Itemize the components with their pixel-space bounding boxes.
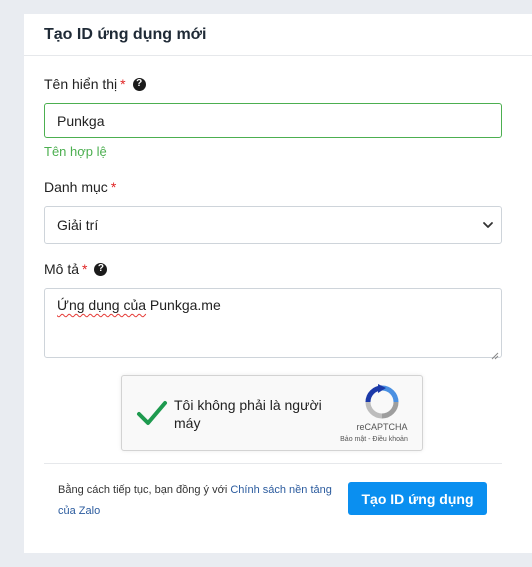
required-mark: * [82, 261, 88, 277]
recaptcha-brand: reCAPTCHA [356, 422, 408, 432]
recaptcha-terms[interactable]: Bảo mật - Điều khoản [328, 436, 420, 443]
description-field-label: Mô tả * ? [44, 261, 108, 277]
question-circle-icon[interactable]: ? [132, 77, 146, 91]
chevron-down-icon [481, 218, 495, 232]
name-input-value: Punkga [57, 112, 105, 129]
description-text-misspelled: Ứng dụng của [57, 297, 147, 313]
recaptcha-widget: Tôi không phải là người máy reCAPTCHA Bả… [121, 375, 423, 451]
category-label-text: Danh mục [44, 179, 108, 195]
name-field-label: Tên hiển thị * ? [44, 76, 146, 92]
create-app-card: Tạo ID ứng dụng mới Tên hiển thị * ? Pun… [24, 14, 532, 553]
description-textarea[interactable]: Ứng dụng của Punkga.me [44, 288, 502, 360]
description-text-rest: Punkga.me [146, 297, 221, 313]
captcha-label: Tôi không phải là người máy [174, 397, 322, 431]
check-icon[interactable] [136, 398, 168, 428]
recaptcha-logo-icon [364, 384, 400, 420]
name-input[interactable]: Punkga [44, 103, 502, 138]
category-selected-value: Giải trí [57, 217, 99, 233]
terms-note: Bằng cách tiếp tục, bạn đồng ý với Chính… [58, 480, 338, 522]
divider [44, 463, 502, 464]
create-app-button[interactable]: Tạo ID ứng dụng [348, 482, 487, 515]
card-header: Tạo ID ứng dụng mới [24, 14, 532, 56]
validation-message: Tên hợp lệ [44, 144, 107, 159]
resize-handle-icon[interactable] [491, 347, 499, 360]
page-title: Tạo ID ứng dụng mới [44, 25, 207, 43]
name-label-text: Tên hiển thị [44, 76, 118, 92]
category-select[interactable]: Giải trí [44, 206, 502, 244]
required-mark: * [120, 76, 126, 92]
question-circle-icon[interactable]: ? [94, 262, 108, 276]
terms-note-text: Bằng cách tiếp tục, bạn đồng ý với [58, 484, 231, 496]
required-mark: * [110, 179, 117, 195]
category-field-label: Danh mục * [44, 179, 116, 195]
description-label-text: Mô tả [44, 261, 80, 277]
